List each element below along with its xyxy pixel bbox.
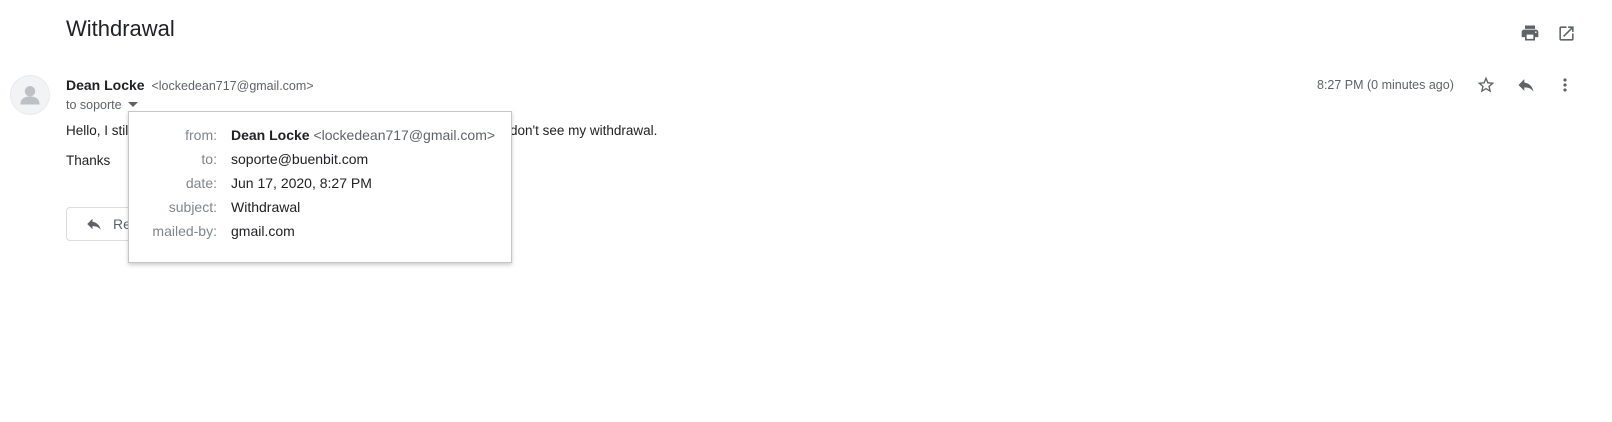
details-from-name: Dean Locke <box>231 127 310 143</box>
sender-name[interactable]: Dean Locke <box>66 77 145 93</box>
star-icon[interactable] <box>1475 74 1497 96</box>
details-row-subject: subject: Withdrawal <box>129 199 513 221</box>
details-row-date: date: Jun 17, 2020, 8:27 PM <box>129 175 513 197</box>
details-mailed-by-value: gmail.com <box>231 223 295 239</box>
details-from-email: <lockedean717@gmail.com> <box>313 127 496 143</box>
sender-avatar[interactable] <box>10 75 50 115</box>
body-line-1-start: Hello, I still <box>66 123 132 138</box>
recipients-label: to soporte <box>66 98 122 112</box>
details-date-value: Jun 17, 2020, 8:27 PM <box>231 175 372 191</box>
more-vert-icon[interactable] <box>1554 74 1576 96</box>
sender-email: <lockedean717@gmail.com> <box>151 79 314 93</box>
email-timestamp: 8:27 PM (0 minutes ago) <box>1317 78 1454 92</box>
email-subject: Withdrawal <box>66 16 175 41</box>
details-from-key: from: <box>185 127 217 143</box>
body-line-2: Thanks <box>66 153 111 168</box>
body-line-1-end: don't see my withdrawal. <box>510 123 658 138</box>
sender-line: Dean Locke <lockedean717@gmail.com> <box>66 77 314 93</box>
email-view: Withdrawal Dean Locke <lockedean717@gmai… <box>0 0 1612 422</box>
details-mailed-by-key: mailed-by: <box>152 223 217 239</box>
details-to-value: soporte@buenbit.com <box>231 151 369 167</box>
details-row-mailed-by: mailed-by: gmail.com <box>129 223 513 245</box>
details-row-from: from: Dean Locke <lockedean717@gmail.com… <box>129 127 513 149</box>
details-row-to: to: soporte@buenbit.com <box>129 151 513 173</box>
details-subject-key: subject: <box>168 199 217 215</box>
person-avatar-icon <box>20 85 40 105</box>
message-details-popover: from: Dean Locke <lockedean717@gmail.com… <box>128 111 512 263</box>
reply-icon <box>87 218 101 230</box>
print-icon[interactable] <box>1519 22 1541 44</box>
reply-icon[interactable] <box>1515 74 1537 96</box>
details-to-key: to: <box>201 151 217 167</box>
details-subject-value: Withdrawal <box>231 199 301 215</box>
caret-down-icon[interactable] <box>127 100 138 110</box>
open-in-new-window-icon[interactable] <box>1555 22 1577 44</box>
recipients-line: to soporte <box>66 98 138 112</box>
details-from-value: Dean Locke <lockedean717@gmail.com> <box>231 127 495 143</box>
details-date-key: date: <box>185 175 217 191</box>
